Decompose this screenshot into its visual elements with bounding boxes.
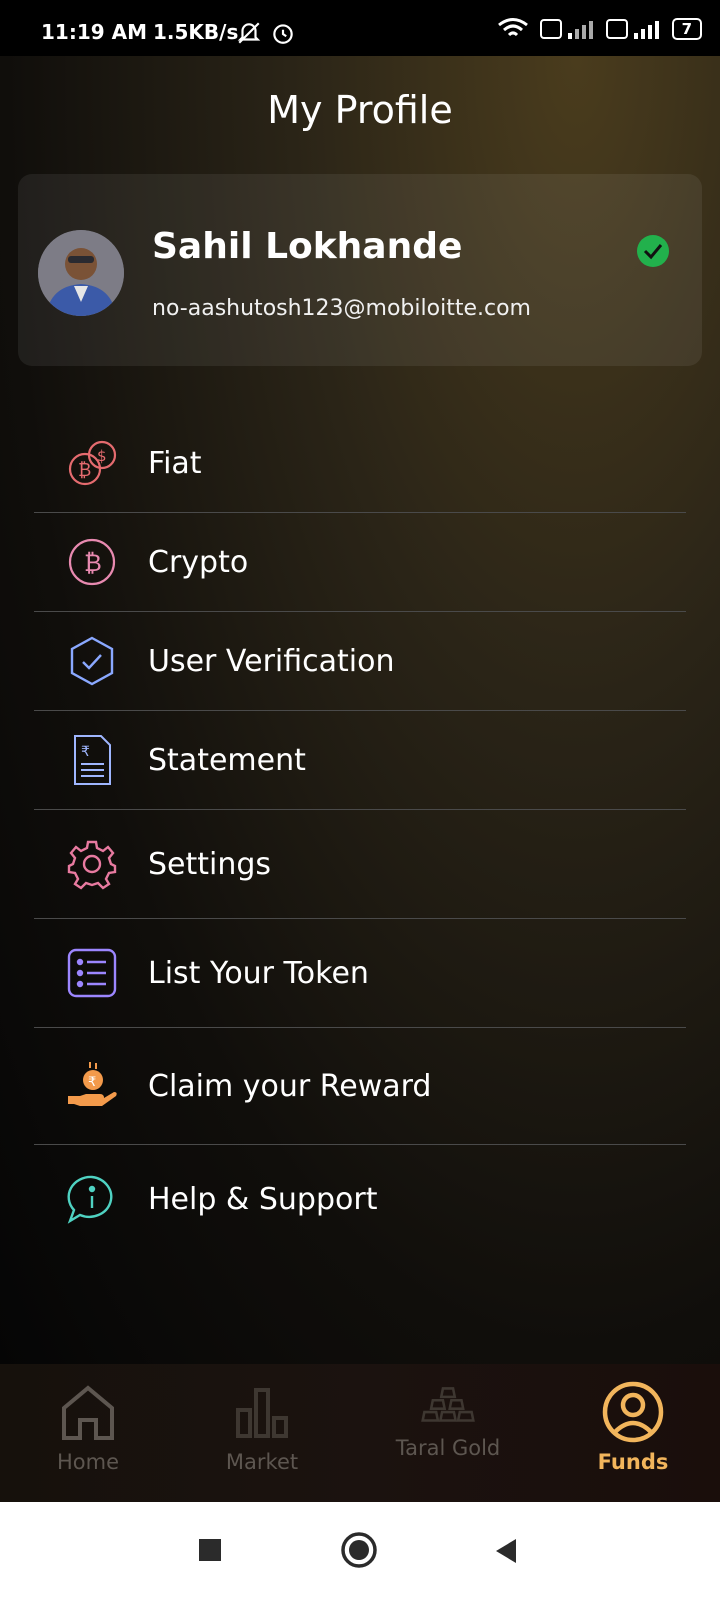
user-email: no-aashutosh123@mobiloitte.com: [152, 296, 531, 321]
verified-check-icon: [637, 235, 669, 267]
menu-item-label: Fiat: [148, 445, 202, 481]
help-chat-icon: [67, 1175, 113, 1224]
menu-item-crypto[interactable]: ₿ Crypto: [34, 513, 686, 612]
bar-chart-icon: [236, 1388, 288, 1438]
fiat-coins-icon: ₿ $: [68, 440, 117, 486]
rupee-document-icon: ₹: [74, 735, 111, 785]
volte-4g-signal-icon: [605, 19, 659, 39]
list-icon: [67, 948, 117, 998]
avatar: [38, 230, 124, 316]
profile-screen: My Profile Sahil Lokhande no-aashutosh12…: [0, 56, 720, 1364]
nav-taral-gold[interactable]: Taral Gold: [368, 1380, 528, 1460]
menu-item-statement[interactable]: ₹ Statement: [34, 711, 686, 810]
menu-item-list-your-token[interactable]: List Your Token: [34, 919, 686, 1028]
mute-bell-icon: [237, 22, 261, 44]
menu-item-label: Statement: [148, 742, 306, 778]
gold-bars-icon: [421, 1387, 475, 1422]
volte-signal-icon: [539, 19, 593, 39]
menu-item-claim-reward[interactable]: ₹ Claim your Reward: [34, 1028, 686, 1145]
back-icon[interactable]: [494, 1538, 518, 1564]
menu-item-help-support[interactable]: Help & Support: [34, 1145, 686, 1253]
svg-text:₹: ₹: [88, 1075, 96, 1090]
menu-item-user-verification[interactable]: User Verification: [34, 612, 686, 711]
gear-icon: [67, 840, 117, 890]
menu-item-label: List Your Token: [148, 955, 369, 991]
page-title: My Profile: [267, 88, 453, 132]
menu-item-fiat[interactable]: ₿ $ Fiat: [34, 414, 686, 513]
nav-label: Home: [56, 1450, 119, 1474]
menu-item-settings[interactable]: Settings: [34, 810, 686, 919]
bitcoin-icon: ₿: [68, 538, 116, 586]
status-net-speed: 1.5KB/s: [153, 20, 239, 44]
profile-menu: ₿ $ Fiat ₿ Crypto User Verification ₹ St…: [34, 414, 686, 1253]
wifi-icon: [497, 18, 528, 37]
svg-text:₿: ₿: [84, 549, 102, 577]
nav-label: Taral Gold: [395, 1436, 501, 1460]
battery-indicator: 7: [671, 18, 702, 40]
status-time: 11:19 AM: [41, 20, 148, 44]
menu-item-label: User Verification: [148, 643, 395, 679]
home-icon: [62, 1385, 114, 1440]
nav-home[interactable]: Home: [8, 1380, 168, 1474]
nav-funds[interactable]: Funds: [553, 1380, 713, 1474]
menu-item-label: Settings: [148, 846, 272, 882]
nav-label: Market: [225, 1450, 299, 1474]
svg-text:$: $: [97, 447, 107, 465]
status-bar: 11:19 AM 1.5KB/s 7: [0, 0, 720, 56]
user-name: Sahil Lokhande: [152, 226, 463, 267]
recent-apps-icon[interactable]: [198, 1538, 222, 1562]
profile-card[interactable]: Sahil Lokhande no-aashutosh123@mobiloitt…: [18, 174, 702, 366]
svg-text:₿: ₿: [78, 460, 91, 481]
reward-hand-icon: ₹: [68, 1062, 117, 1106]
system-nav-bar: [0, 1502, 720, 1600]
alarm-icon: [273, 24, 293, 44]
user-circle-icon: [602, 1381, 664, 1443]
menu-item-label: Crypto: [148, 544, 249, 580]
bottom-nav: Home Market Taral Gold Funds: [0, 1364, 720, 1502]
shield-check-icon: [70, 636, 114, 686]
svg-text:₹: ₹: [81, 744, 90, 760]
nav-label: Funds: [597, 1450, 669, 1474]
home-button-icon[interactable]: [340, 1531, 378, 1569]
menu-item-label: Help & Support: [148, 1181, 378, 1217]
nav-market[interactable]: Market: [182, 1380, 342, 1474]
menu-item-label: Claim your Reward: [148, 1068, 432, 1104]
